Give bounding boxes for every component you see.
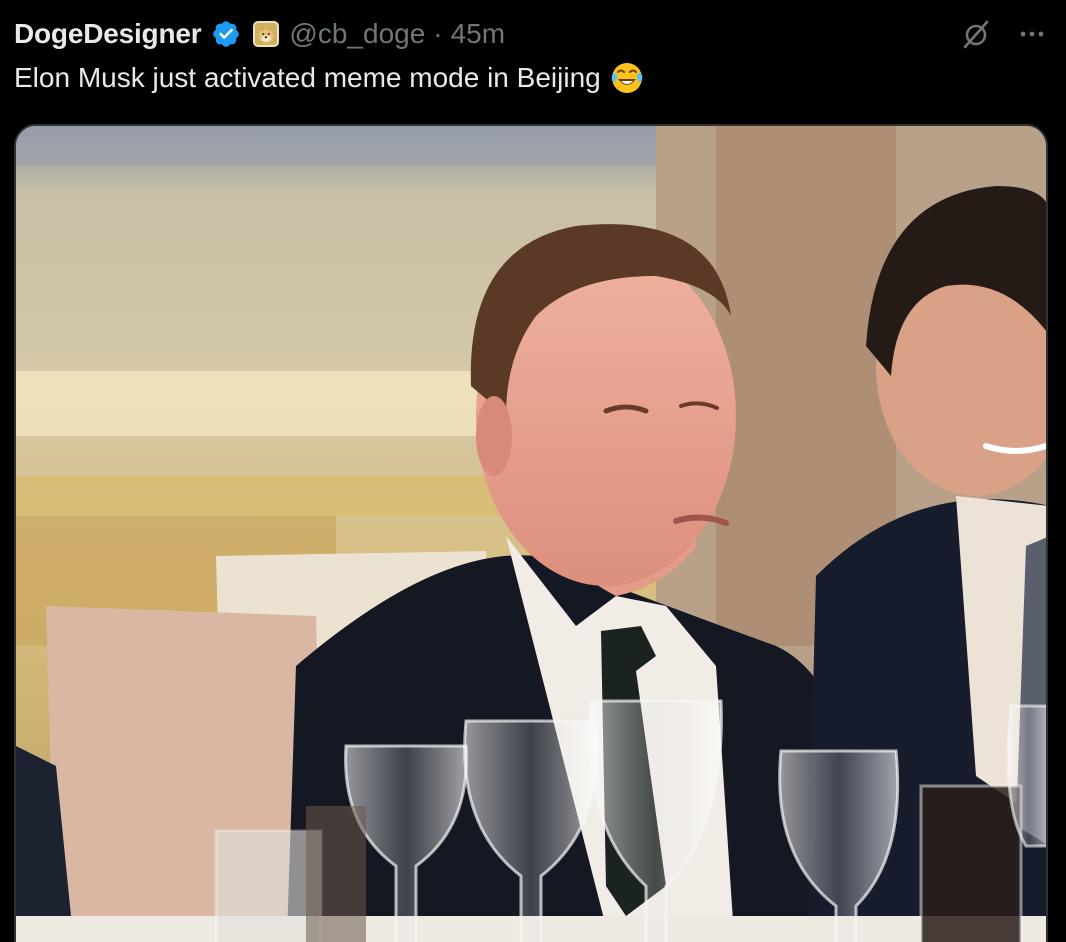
separator-dot: · xyxy=(433,18,443,49)
tweet-card[interactable]: DogeDesigner @cb_doge · 45m Elon Musk ju… xyxy=(0,0,1066,942)
author-handle[interactable]: @cb_doge xyxy=(289,18,425,50)
tweet-media-video[interactable] xyxy=(14,124,1048,942)
more-options-icon[interactable] xyxy=(1012,14,1052,54)
grok-icon[interactable] xyxy=(956,14,996,54)
tweet-header: DogeDesigner @cb_doge · 45m xyxy=(14,14,1052,54)
face-with-tears-of-joy-emoji xyxy=(609,60,645,96)
tweet-text: Elon Musk just activated meme mode in Be… xyxy=(14,58,1052,98)
author-display-name[interactable]: DogeDesigner xyxy=(14,18,202,50)
header-actions xyxy=(956,14,1052,54)
verified-badge-icon[interactable] xyxy=(211,19,241,49)
doge-affiliate-badge-icon[interactable] xyxy=(253,21,280,47)
tweet-text-content: Elon Musk just activated meme mode in Be… xyxy=(14,62,601,93)
tweet-timestamp[interactable]: 45m xyxy=(451,18,505,50)
dinner-scene-image xyxy=(16,126,1046,942)
